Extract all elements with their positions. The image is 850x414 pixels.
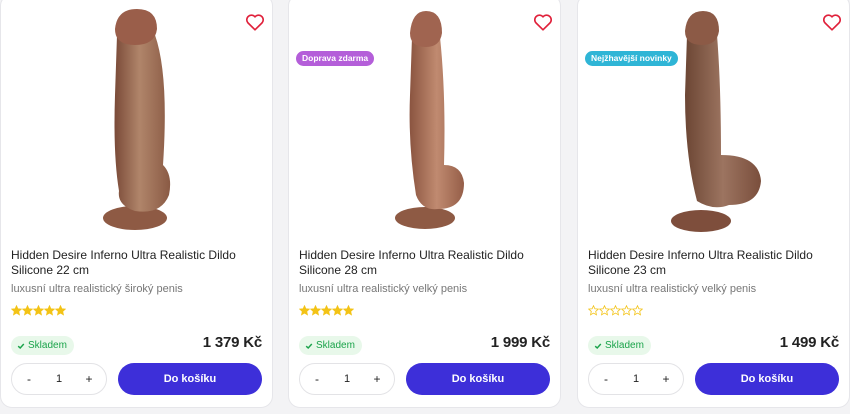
star-icon <box>321 305 332 316</box>
stock-badge: Skladem <box>588 336 651 355</box>
star-icon <box>599 305 610 316</box>
product-subtitle: luxusní ultra realistický široký penis <box>11 283 183 295</box>
add-to-cart-button[interactable]: Do košíku <box>118 363 262 395</box>
check-icon <box>17 343 25 349</box>
rating-stars <box>588 305 643 317</box>
qty-value[interactable]: 1 <box>335 373 359 385</box>
stock-label: Skladem <box>28 340 67 351</box>
product-photo <box>102 9 170 230</box>
product-price: 1 499 Kč <box>779 334 839 351</box>
star-icon <box>44 305 55 316</box>
product-subtitle: luxusní ultra realistický velký penis <box>299 283 468 295</box>
product-photo <box>394 11 464 229</box>
star-icon <box>632 305 643 316</box>
qty-increase-button[interactable]: + <box>82 372 96 386</box>
check-icon <box>305 343 313 349</box>
product-card: Doprava zdarma Hidden Desire Inferno Ult… <box>288 0 561 408</box>
stock-badge: Skladem <box>299 336 362 355</box>
heart-icon[interactable] <box>532 11 554 33</box>
star-icon <box>310 305 321 316</box>
rating-stars <box>299 305 354 317</box>
product-image[interactable] <box>1 0 272 240</box>
add-to-cart-button[interactable]: Do košíku <box>695 363 839 395</box>
product-grid: Hidden Desire Inferno Ultra Realistic Di… <box>0 0 850 414</box>
qty-increase-button[interactable]: + <box>370 372 384 386</box>
product-photo <box>670 11 761 232</box>
product-card: Hidden Desire Inferno Ultra Realistic Di… <box>0 0 273 408</box>
badge: Doprava zdarma <box>296 51 375 66</box>
qty-decrease-button[interactable]: - <box>310 372 324 386</box>
stock-label: Skladem <box>605 340 644 351</box>
star-icon <box>610 305 621 316</box>
product-title[interactable]: Hidden Desire Inferno Ultra Realistic Di… <box>588 248 837 278</box>
qty-decrease-button[interactable]: - <box>22 372 36 386</box>
product-price: 1 999 Kč <box>490 334 550 351</box>
product-title[interactable]: Hidden Desire Inferno Ultra Realistic Di… <box>299 248 548 278</box>
star-icon <box>299 305 310 316</box>
qty-value[interactable]: 1 <box>624 373 648 385</box>
product-image[interactable] <box>578 0 849 240</box>
product-title[interactable]: Hidden Desire Inferno Ultra Realistic Di… <box>11 248 260 278</box>
stock-badge: Skladem <box>11 336 74 355</box>
add-to-cart-button[interactable]: Do košíku <box>406 363 550 395</box>
star-icon <box>33 305 44 316</box>
star-icon <box>332 305 343 316</box>
quantity-stepper: - 1 + <box>299 363 395 395</box>
quantity-stepper: - 1 + <box>11 363 107 395</box>
star-icon <box>588 305 599 316</box>
badge: Nejžhavější novinky <box>585 51 678 66</box>
stock-label: Skladem <box>316 340 355 351</box>
check-icon <box>594 343 602 349</box>
star-icon <box>55 305 66 316</box>
heart-icon[interactable] <box>244 11 266 33</box>
quantity-stepper: - 1 + <box>588 363 684 395</box>
product-price: 1 379 Kč <box>202 334 262 351</box>
heart-icon[interactable] <box>821 11 843 33</box>
product-image[interactable] <box>289 0 560 240</box>
qty-value[interactable]: 1 <box>47 373 71 385</box>
rating-stars <box>11 305 66 317</box>
star-icon <box>343 305 354 316</box>
star-icon <box>11 305 22 316</box>
star-icon <box>621 305 632 316</box>
product-card: Nejžhavější novinky Hidden Desire Infern… <box>577 0 850 408</box>
product-subtitle: luxusní ultra realistický velký penis <box>588 283 757 295</box>
qty-increase-button[interactable]: + <box>659 372 673 386</box>
qty-decrease-button[interactable]: - <box>599 372 613 386</box>
star-icon <box>22 305 33 316</box>
